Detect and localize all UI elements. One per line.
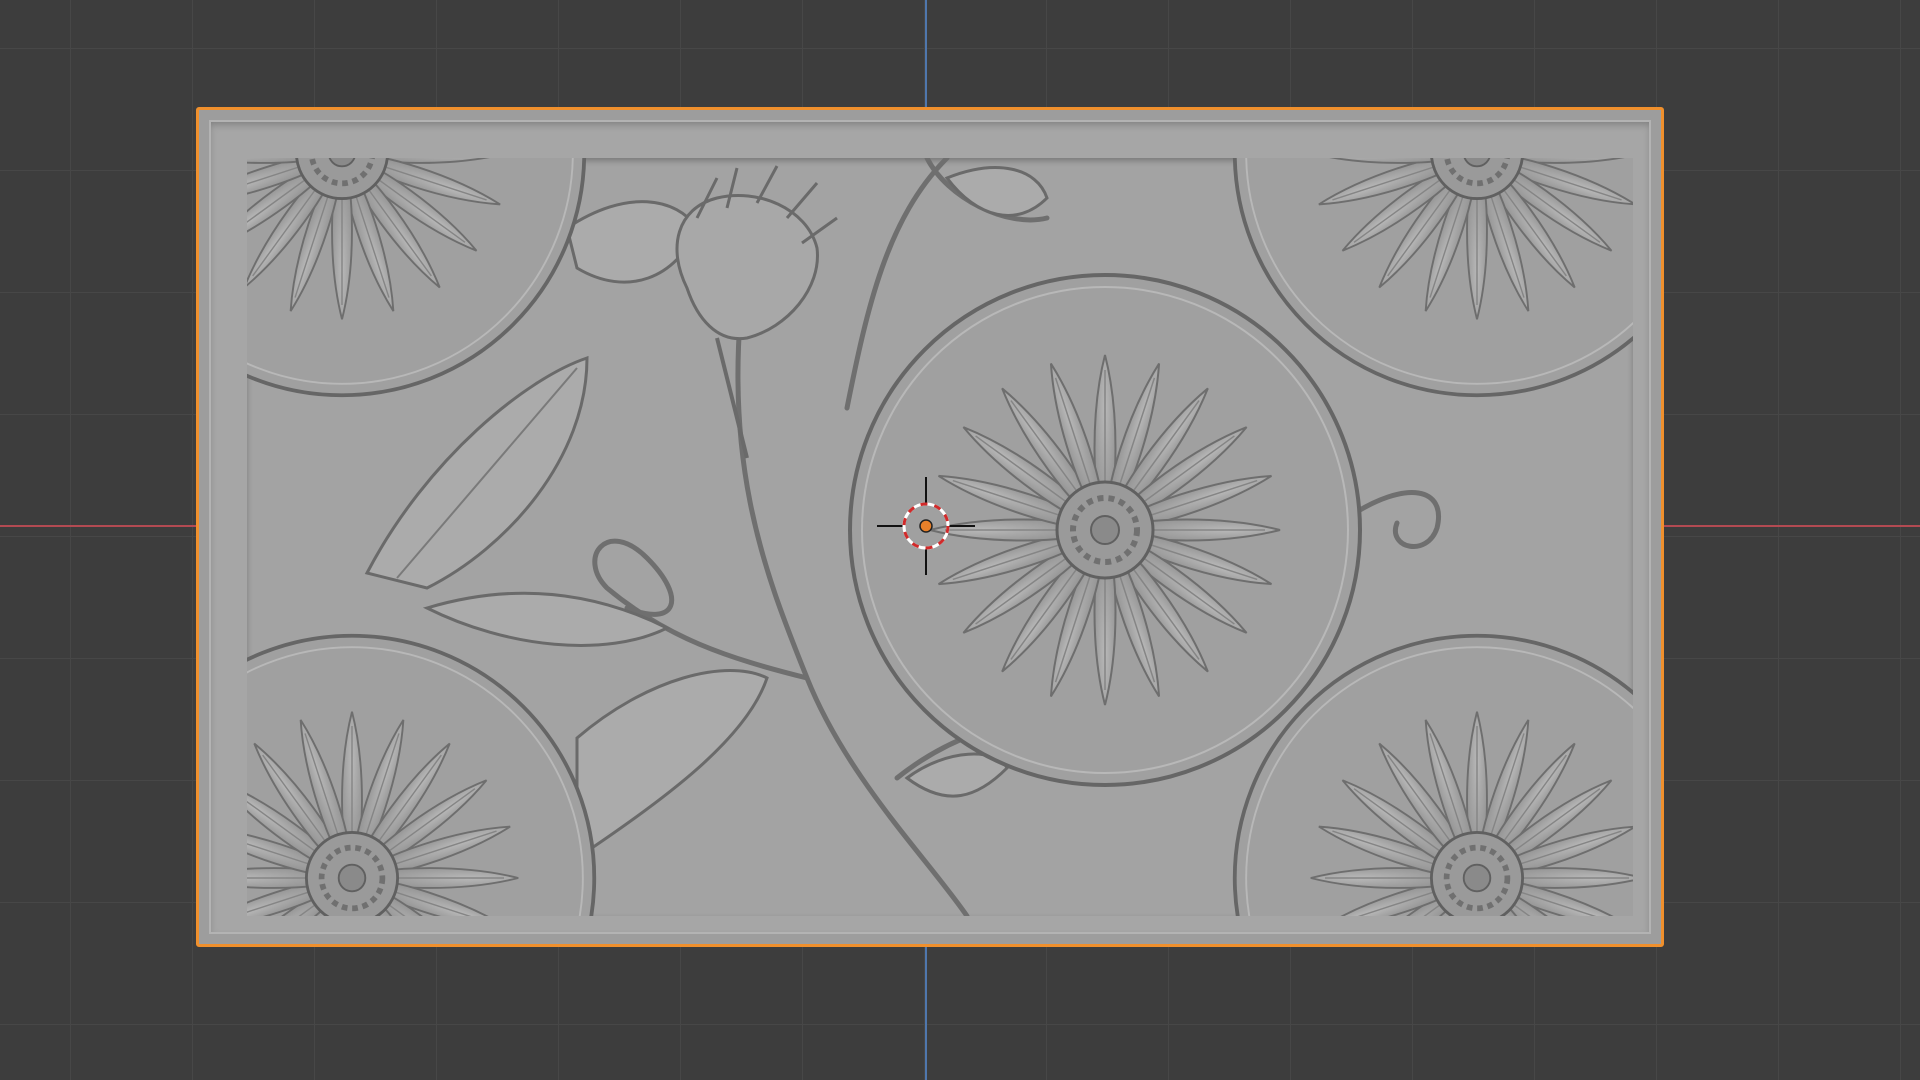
3d-cursor-icon[interactable] [877,477,975,575]
flower-top-left [247,158,584,395]
flower-bottom-left [247,636,594,916]
3d-viewport[interactable] [0,0,1920,1080]
thistle-bud [675,165,838,459]
